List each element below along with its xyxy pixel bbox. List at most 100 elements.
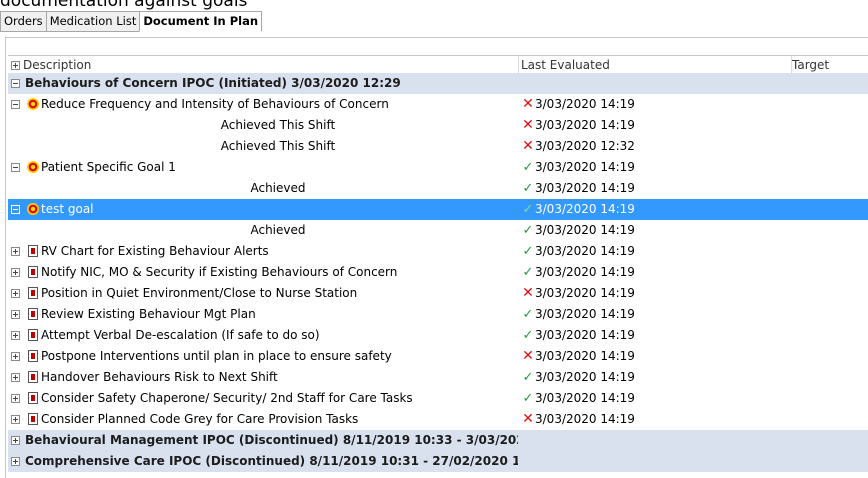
last-evaluated-cell: ✓ 3/03/2020 14:19 bbox=[521, 157, 791, 178]
last-evaluated-cell: ✓ 3/03/2020 14:19 bbox=[521, 388, 791, 409]
collapse-icon[interactable] bbox=[11, 100, 20, 109]
expand-icon[interactable] bbox=[11, 289, 20, 298]
task-row[interactable]: Notify NIC, MO & Security if Existing Be… bbox=[8, 262, 868, 283]
target-cell bbox=[792, 430, 868, 451]
document-icon bbox=[28, 413, 38, 425]
evaluated-date: 3/03/2020 14:19 bbox=[535, 391, 635, 405]
last-evaluated-cell: ✓ 3/03/2020 14:19 bbox=[521, 367, 791, 388]
row-description: Attempt Verbal De-escalation (If safe to… bbox=[41, 328, 320, 342]
target-icon bbox=[27, 161, 39, 173]
tab-medication-list[interactable]: Medication List bbox=[45, 11, 140, 32]
last-evaluated-header-label: Last Evaluated bbox=[521, 58, 610, 72]
row-description: Handover Behaviours Risk to Next Shift bbox=[41, 370, 278, 384]
expand-icon[interactable] bbox=[11, 247, 20, 256]
expand-icon[interactable] bbox=[11, 436, 20, 445]
not-met-x-icon: ✕ bbox=[522, 285, 534, 301]
evaluated-date: 3/03/2020 14:19 bbox=[535, 370, 635, 384]
expand-icon[interactable] bbox=[11, 310, 20, 319]
expand-icon[interactable] bbox=[11, 394, 20, 403]
expand-icon[interactable] bbox=[11, 373, 20, 382]
target-cell bbox=[792, 241, 868, 262]
plan-group-row[interactable]: Comprehensive Care IPOC (Discontinued) 8… bbox=[8, 451, 868, 472]
row-description: Notify NIC, MO & Security if Existing Be… bbox=[41, 265, 398, 279]
plan-group-row[interactable]: Behaviours of Concern IPOC (Initiated) 3… bbox=[8, 73, 868, 94]
met-check-icon: ✓ bbox=[522, 370, 534, 385]
plan-group-row[interactable]: Behavioural Management IPOC (Discontinue… bbox=[8, 430, 868, 451]
tab-orders[interactable]: Orders bbox=[0, 11, 46, 32]
evaluation-row[interactable]: Achieved This Shift ✕ 3/03/2020 14:19 bbox=[8, 115, 868, 136]
met-check-icon: ✓ bbox=[522, 307, 534, 322]
description-cell: Achieved bbox=[8, 220, 518, 241]
target-cell bbox=[792, 367, 868, 388]
row-description: Achieved This Shift bbox=[220, 139, 336, 153]
document-icon bbox=[28, 266, 38, 278]
evaluated-date: 3/03/2020 14:19 bbox=[535, 265, 635, 279]
last-evaluated-cell: ✕ 3/03/2020 12:32 bbox=[521, 136, 791, 157]
task-row[interactable]: Attempt Verbal De-escalation (If safe to… bbox=[8, 325, 868, 346]
expand-all-icon[interactable] bbox=[11, 61, 20, 70]
row-description: Patient Specific Goal 1 bbox=[41, 160, 176, 174]
target-cell bbox=[792, 409, 868, 430]
evaluated-date: 3/03/2020 14:19 bbox=[535, 97, 635, 111]
row-description: RV Chart for Existing Behaviour Alerts bbox=[41, 244, 269, 258]
expand-icon[interactable] bbox=[11, 457, 20, 466]
task-row[interactable]: Consider Planned Code Grey for Care Prov… bbox=[8, 409, 868, 430]
evaluated-date: 3/03/2020 14:19 bbox=[535, 328, 635, 342]
description-cell: Consider Safety Chaperone/ Security/ 2nd… bbox=[8, 388, 518, 409]
not-met-x-icon: ✕ bbox=[522, 138, 534, 154]
goal-row[interactable]: test goal ✓ 3/03/2020 14:19 bbox=[8, 199, 868, 220]
collapse-icon[interactable] bbox=[11, 79, 20, 88]
row-description: Comprehensive Care IPOC (Discontinued) 8… bbox=[25, 454, 518, 468]
task-row[interactable]: Review Existing Behaviour Mgt Plan ✓ 3/03/… bbox=[8, 304, 868, 325]
target-icon bbox=[27, 203, 39, 215]
evaluation-row[interactable]: Achieved ✓ 3/03/2020 14:19 bbox=[8, 178, 868, 199]
row-description: Achieved This Shift bbox=[220, 118, 336, 132]
evaluation-row[interactable]: Achieved This Shift ✕ 3/03/2020 12:32 bbox=[8, 136, 868, 157]
description-cell: Position in Quiet Environment/Close to N… bbox=[8, 283, 518, 304]
description-cell: Achieved This Shift bbox=[8, 136, 518, 157]
last-evaluated-cell: ✓ 3/03/2020 14:19 bbox=[521, 178, 791, 199]
document-icon bbox=[28, 392, 38, 404]
met-check-icon: ✓ bbox=[522, 244, 534, 259]
evaluated-date: 3/03/2020 14:19 bbox=[535, 349, 635, 363]
description-cell: Postpone Interventions until plan in pla… bbox=[8, 346, 518, 367]
evaluated-date: 3/03/2020 14:19 bbox=[535, 202, 635, 216]
target-cell bbox=[792, 199, 868, 220]
target-column-header[interactable]: Target bbox=[789, 56, 868, 74]
target-cell bbox=[792, 178, 868, 199]
not-met-x-icon: ✕ bbox=[522, 117, 534, 133]
expand-icon[interactable] bbox=[11, 331, 20, 340]
target-cell bbox=[792, 388, 868, 409]
row-description: test goal bbox=[41, 202, 94, 216]
last-evaluated-cell: ✓ 3/03/2020 14:19 bbox=[521, 220, 791, 241]
goal-row[interactable]: Reduce Frequency and Intensity of Behavi… bbox=[8, 94, 868, 115]
tab-document-in-plan[interactable]: Document In Plan bbox=[139, 11, 263, 32]
task-row[interactable]: Handover Behaviours Risk to Next Shift ✓ 3… bbox=[8, 367, 868, 388]
evaluated-date: 3/03/2020 14:19 bbox=[535, 286, 635, 300]
goal-row[interactable]: Patient Specific Goal 1 ✓ 3/03/2020 14:19 bbox=[8, 157, 868, 178]
last-evaluated-cell: ✕ 3/03/2020 14:19 bbox=[521, 94, 791, 115]
target-cell bbox=[792, 115, 868, 136]
document-icon bbox=[28, 308, 38, 320]
expand-icon[interactable] bbox=[11, 268, 20, 277]
evaluated-date: 3/03/2020 14:19 bbox=[535, 181, 635, 195]
evaluated-date: 3/03/2020 14:19 bbox=[535, 160, 635, 174]
description-cell: Behaviours of Concern IPOC (Initiated) 3… bbox=[8, 73, 518, 94]
collapse-icon[interactable] bbox=[11, 205, 20, 214]
task-row[interactable]: Consider Safety Chaperone/ Security/ 2nd… bbox=[8, 388, 868, 409]
not-met-x-icon: ✕ bbox=[522, 348, 534, 364]
row-description: Consider Safety Chaperone/ Security/ 2nd… bbox=[41, 391, 413, 405]
evaluation-row[interactable]: Achieved ✓ 3/03/2020 14:19 bbox=[8, 220, 868, 241]
row-description: Postpone Interventions until plan in pla… bbox=[41, 349, 392, 363]
task-row[interactable]: RV Chart for Existing Behaviour Alerts ✓ 3… bbox=[8, 241, 868, 262]
collapse-icon[interactable] bbox=[11, 163, 20, 172]
task-row[interactable]: Postpone Interventions until plan in pla… bbox=[8, 346, 868, 367]
target-cell bbox=[792, 136, 868, 157]
expand-icon[interactable] bbox=[11, 352, 20, 361]
not-met-x-icon: ✕ bbox=[522, 411, 534, 427]
last-evaluated-column-header[interactable]: Last Evaluated bbox=[518, 56, 792, 74]
target-cell bbox=[792, 73, 868, 94]
description-column-header[interactable]: Description bbox=[8, 56, 519, 74]
expand-icon[interactable] bbox=[11, 415, 20, 424]
task-row[interactable]: Position in Quiet Environment/Close to N… bbox=[8, 283, 868, 304]
